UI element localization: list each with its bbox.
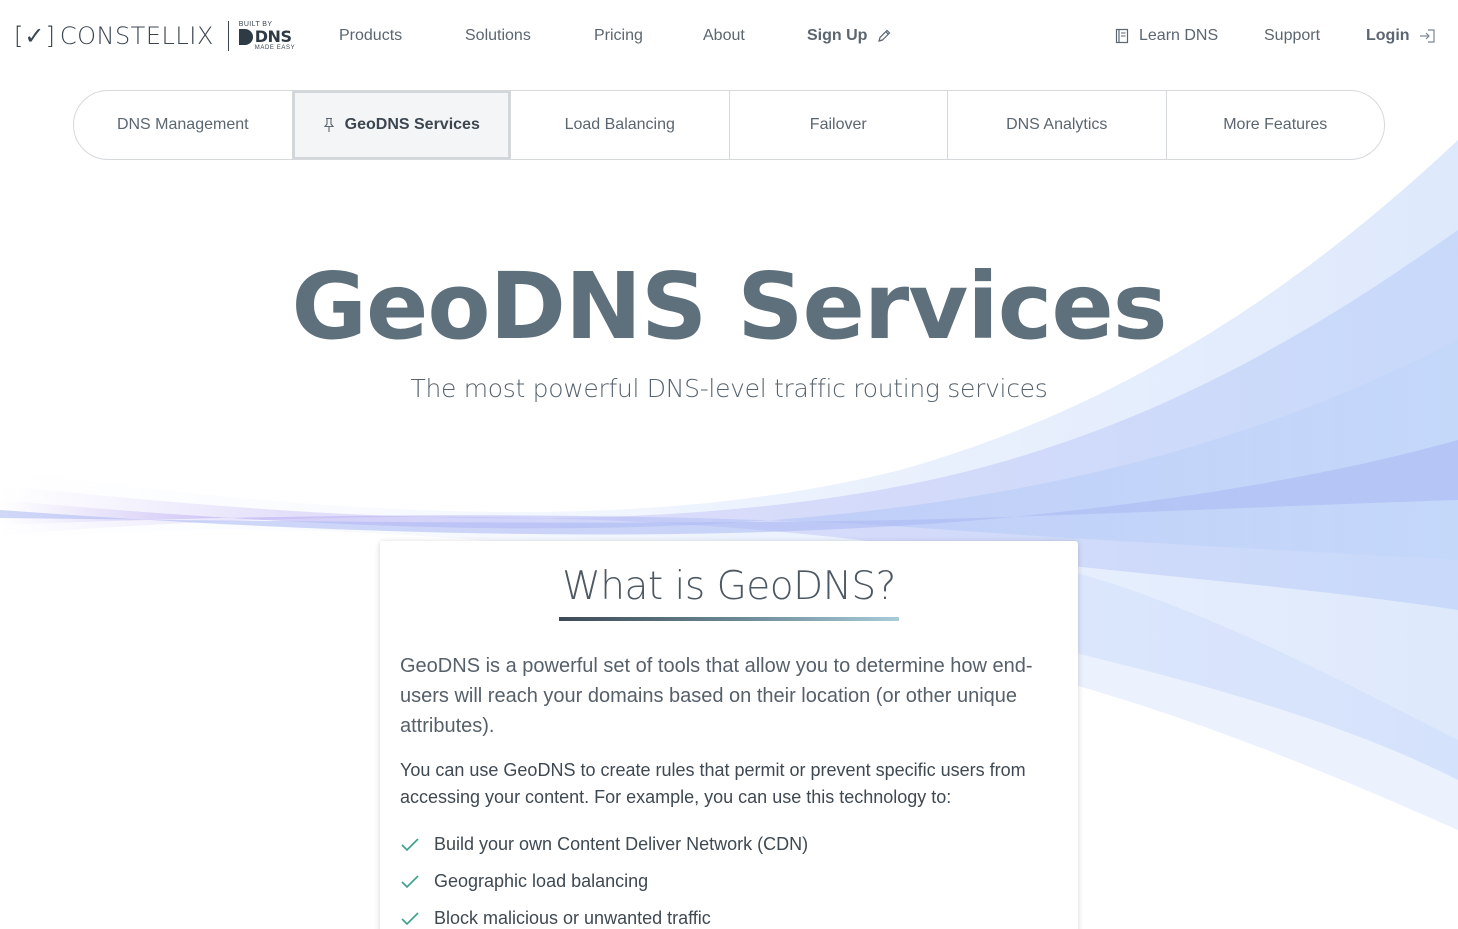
card-usage-paragraph: You can use GeoDNS to create rules that … [400, 760, 1026, 807]
main-nav: Products Solutions Pricing About Sign Up… [0, 24, 1458, 48]
sign-in-icon [1420, 29, 1435, 43]
what-is-geodns-card: What is GeoDNS? GeoDNS is a powerful set… [380, 541, 1078, 929]
site-header: [✓] CONSTELLIX BUILT BY DNS MADE EASY Pr… [0, 0, 1458, 72]
tab-geodns-services[interactable]: GeoDNS Services [292, 91, 511, 159]
tab-label: DNS Management [116, 116, 249, 133]
tab-dns-management[interactable]: DNS Management [74, 91, 293, 159]
tab-more-features[interactable]: More Features [1167, 91, 1385, 159]
page-subtitle: The most powerful DNS-level traffic rout… [410, 374, 1048, 403]
product-tabs: DNS Management GeoDNS Services Load Bala… [73, 90, 1385, 160]
nav-about[interactable]: About [703, 24, 745, 48]
pin-icon [323, 117, 334, 132]
list-item: Build your own Content Deliver Network (… [400, 826, 1060, 863]
book-icon [1115, 28, 1129, 43]
tab-label: DNS Analytics [1006, 116, 1108, 133]
list-item: Geographic load balancing [400, 863, 1060, 900]
check-icon [401, 837, 419, 851]
nav-login-label: Login [1366, 27, 1410, 44]
list-item-text: Block malicious or unwanted traffic [434, 908, 711, 928]
nav-products[interactable]: Products [339, 24, 402, 48]
pencil-icon [878, 29, 891, 42]
page-title: GeoDNS Services [291, 253, 1168, 360]
tab-label: Load Balancing [564, 116, 675, 133]
tab-dns-analytics[interactable]: DNS Analytics [948, 91, 1167, 159]
tab-load-balancing[interactable]: Load Balancing [511, 91, 730, 159]
check-icon [401, 874, 419, 888]
tab-label: GeoDNS Services [344, 116, 480, 133]
nav-learn-dns[interactable]: Learn DNS [1115, 24, 1218, 48]
list-item-text: Geographic load balancing [434, 871, 649, 891]
use-case-list: Build your own Content Deliver Network (… [400, 826, 1060, 929]
nav-pricing[interactable]: Pricing [594, 24, 643, 48]
list-item: Block malicious or unwanted traffic [400, 900, 1060, 929]
check-icon [401, 911, 419, 925]
card-intro-paragraph: GeoDNS is a powerful set of tools that a… [400, 655, 1033, 737]
nav-login[interactable]: Login [1366, 24, 1436, 48]
list-item-text: Build your own Content Deliver Network (… [434, 834, 809, 854]
tab-failover[interactable]: Failover [730, 91, 948, 159]
nav-signup-label: Sign Up [807, 27, 868, 44]
nav-support[interactable]: Support [1264, 24, 1320, 48]
tab-label: Failover [809, 116, 867, 133]
nav-learn-dns-label: Learn DNS [1139, 27, 1219, 44]
title-underline [559, 617, 899, 621]
nav-signup[interactable]: Sign Up [807, 24, 892, 48]
tab-label: More Features [1223, 116, 1328, 133]
nav-solutions[interactable]: Solutions [465, 24, 531, 48]
card-title: What is GeoDNS? [562, 564, 896, 609]
